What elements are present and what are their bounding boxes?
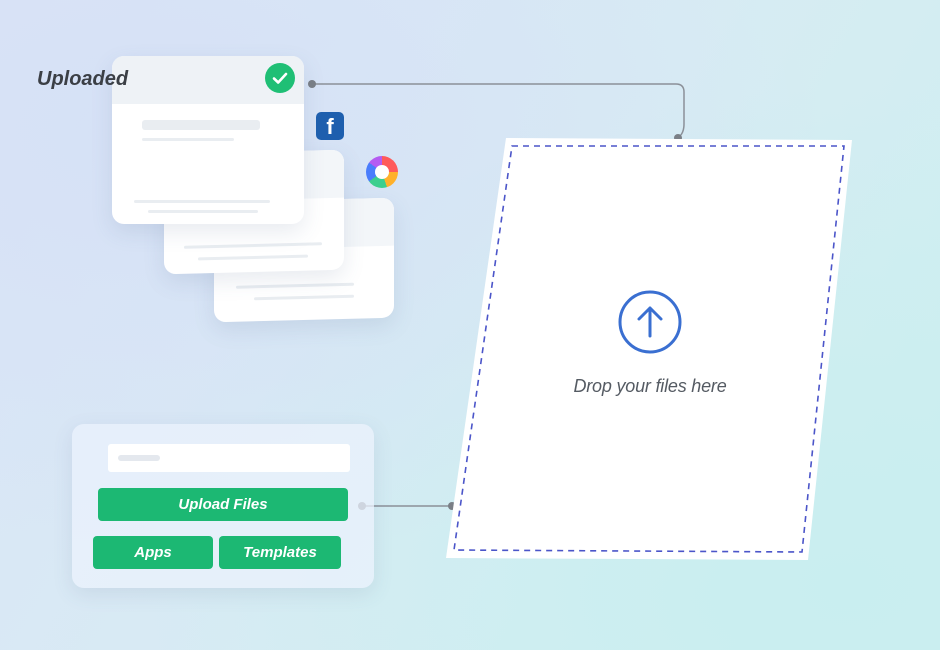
apps-button[interactable]: Apps (93, 536, 213, 569)
upload-arrow-icon[interactable] (618, 290, 682, 354)
upload-files-button[interactable]: Upload Files (98, 488, 348, 521)
drop-zone-label: Drop your files here (573, 376, 727, 396)
search-input[interactable] (108, 444, 350, 472)
placeholder-line (198, 254, 308, 261)
color-ring-icon (366, 156, 398, 188)
facebook-icon: f (316, 112, 344, 140)
placeholder-line (142, 138, 234, 141)
search-placeholder (118, 455, 160, 461)
check-icon (265, 63, 295, 93)
placeholder-line (184, 242, 322, 249)
placeholder-line (254, 294, 354, 301)
placeholder-title (142, 120, 260, 130)
uploaded-label: Uploaded (37, 68, 129, 90)
templates-button[interactable]: Templates (219, 536, 341, 569)
placeholder-line (148, 210, 258, 213)
placeholder-line (134, 200, 270, 203)
placeholder-line (236, 282, 354, 289)
